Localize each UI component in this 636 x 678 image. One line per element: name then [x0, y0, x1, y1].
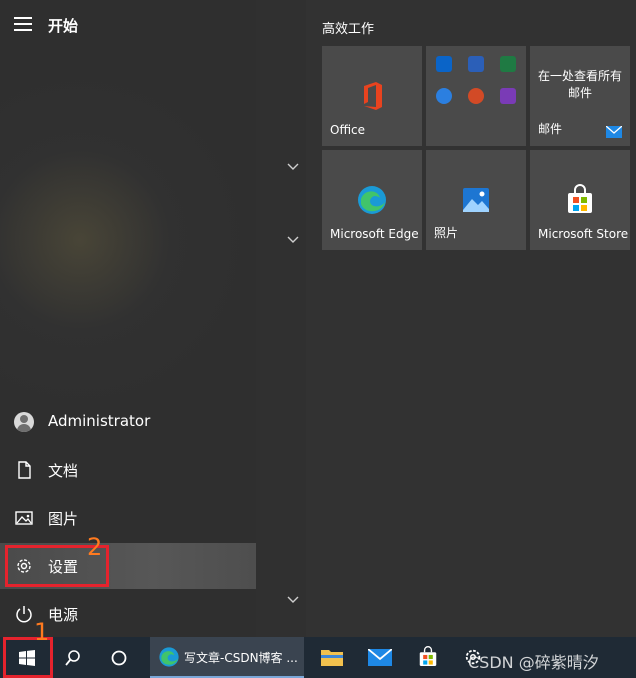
- power-icon: [16, 606, 32, 623]
- edge-tile-label: Microsoft Edge: [330, 227, 419, 241]
- photos-tile[interactable]: 照片: [426, 150, 526, 250]
- chevron-down-icon[interactable]: [287, 233, 301, 245]
- store-tile-label: Microsoft Store: [538, 227, 629, 241]
- annotation-number-1: 1: [34, 618, 50, 646]
- onedrive-icon: [436, 88, 452, 104]
- store-bag-icon: [568, 184, 592, 213]
- cortana-circle-icon: [111, 650, 127, 666]
- taskbar-edge-window[interactable]: 写文章-CSDN博客 ...: [150, 637, 304, 678]
- word-icon: [468, 56, 484, 72]
- group-collapse-column: [256, 0, 306, 637]
- powerpoint-icon: [468, 88, 484, 104]
- chevron-down-icon[interactable]: [287, 593, 301, 605]
- edge-icon: [159, 647, 179, 667]
- store-tile[interactable]: Microsoft Store: [530, 150, 630, 250]
- taskbar-store[interactable]: [406, 637, 450, 678]
- mail-preview-text: 在一处查看所有邮件: [537, 69, 622, 100]
- documents-item[interactable]: 文档: [0, 447, 256, 493]
- office-icon: [364, 82, 382, 110]
- folder-icon: [321, 650, 343, 666]
- store-bag-icon: [419, 646, 437, 666]
- documents-label: 文档: [48, 462, 79, 480]
- cortana-button[interactable]: [98, 637, 142, 678]
- taskbar-file-explorer[interactable]: [310, 637, 354, 678]
- annotation-number-2: 2: [87, 533, 103, 561]
- edge-tile[interactable]: Microsoft Edge: [322, 150, 422, 250]
- edge-icon: [358, 186, 386, 214]
- taskbar-mail[interactable]: [358, 637, 402, 678]
- user-avatar-icon: [14, 412, 34, 432]
- pictures-item[interactable]: 图片: [0, 495, 256, 541]
- search-button[interactable]: [52, 637, 96, 678]
- watermark-text: CSDN @碎紫晴汐: [468, 653, 599, 672]
- picture-icon: [15, 511, 33, 525]
- outlook-icon: [436, 56, 452, 72]
- start-menu: 开始 Administrator 文档 图片 设置 电源 高效工作 Office…: [0, 0, 636, 646]
- onenote-icon: [500, 88, 516, 104]
- tile-group-title: 高效工作: [322, 22, 375, 37]
- start-menu-left-pane: 开始 Administrator 文档 图片 设置 电源: [0, 0, 256, 637]
- mail-icon: [606, 126, 622, 138]
- user-name: Administrator: [48, 412, 151, 430]
- mail-tile-label: 邮件: [538, 122, 563, 136]
- office-apps-tile[interactable]: [426, 46, 526, 146]
- power-label: 电源: [48, 606, 79, 624]
- chevron-down-icon[interactable]: [287, 160, 301, 172]
- photos-icon: [463, 188, 489, 212]
- excel-icon: [500, 56, 516, 72]
- start-title: 开始: [48, 17, 79, 35]
- user-account-item[interactable]: Administrator: [0, 399, 256, 445]
- photos-tile-label: 照片: [434, 226, 459, 240]
- pictures-label: 图片: [48, 510, 79, 528]
- mail-icon: [368, 649, 392, 666]
- office-tile[interactable]: Office: [322, 46, 422, 146]
- taskbar-window-title: 写文章-CSDN博客 ...: [184, 651, 298, 665]
- hamburger-menu-icon[interactable]: [14, 17, 34, 33]
- search-icon: [65, 650, 80, 666]
- document-icon: [18, 461, 31, 479]
- office-tile-label: Office: [330, 123, 366, 137]
- mail-tile[interactable]: 在一处查看所有邮件 邮件: [530, 46, 630, 146]
